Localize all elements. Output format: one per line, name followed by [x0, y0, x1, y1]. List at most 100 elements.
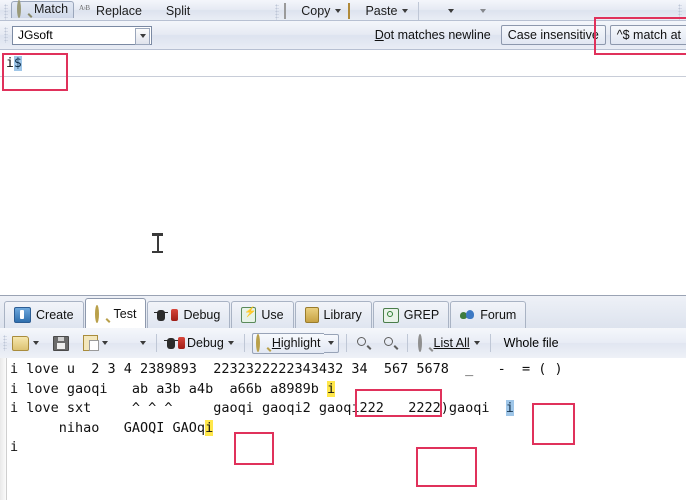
replace-button[interactable]: A›B Replace	[77, 4, 144, 18]
dot-matches-newline-label: ot matches newline	[383, 28, 491, 42]
tab-use[interactable]: Use	[231, 301, 294, 328]
toolbar-grip-2[interactable]	[275, 4, 280, 20]
magnifier-icon	[94, 304, 109, 323]
regex-text-plain: i	[6, 55, 14, 71]
regex-input-pane[interactable]: i$	[0, 50, 686, 77]
tab-library-label: Library	[323, 308, 362, 322]
tab-forum[interactable]: Forum	[450, 301, 527, 328]
match-button[interactable]: Match	[11, 0, 75, 18]
test-subject-line[interactable]: i	[10, 438, 563, 458]
regex-input[interactable]: i$	[6, 55, 22, 71]
regex-flavor-combobox[interactable]: JGsoft	[12, 25, 152, 45]
debug-button[interactable]: Debug	[164, 335, 237, 351]
bug-icon	[154, 309, 169, 321]
tab-debug-label: Debug	[183, 308, 221, 322]
save-file-button[interactable]	[50, 335, 72, 352]
match-highlight-blue: i	[505, 400, 514, 416]
tab-debug[interactable]: Debug	[147, 301, 231, 328]
chevron-down-icon[interactable]	[33, 341, 39, 345]
split-button[interactable]: Split	[147, 4, 192, 18]
test-toolbar-separator-2	[243, 334, 245, 352]
chevron-down-icon[interactable]	[473, 341, 480, 345]
test-subject-line[interactable]: i love gaoqi ab a3b a4b a66b a8989b i	[10, 380, 563, 400]
text-cursor-icon	[152, 233, 163, 253]
globe-grey-icon	[461, 4, 475, 18]
test-subject-line[interactable]	[10, 458, 563, 478]
split-icon	[149, 4, 163, 18]
regex-flavor-value: JGsoft	[18, 28, 53, 42]
regexbuddy-window: Match A›B Replace Split Copy Paste JGsof…	[0, 0, 686, 500]
tab-library[interactable]: Library	[294, 301, 372, 328]
split-button-label: Split	[165, 4, 191, 18]
case-insensitive-option[interactable]: Case insensitive	[500, 25, 606, 45]
anchors-match-at-label: ^$ match at	[616, 28, 681, 42]
tab-grep-label: GREP	[403, 308, 440, 322]
find-next-button[interactable]	[381, 336, 400, 351]
editor-gutter	[0, 358, 7, 500]
chevron-down-icon[interactable]	[227, 341, 234, 345]
test-toolbar-separator-1	[156, 334, 157, 352]
chevron-down-icon[interactable]	[448, 9, 455, 13]
extinguisher-icon	[171, 309, 179, 321]
toolbar-grip-3[interactable]	[678, 4, 682, 20]
tab-test-label: Test	[113, 306, 137, 321]
regex-text-selected: $	[13, 55, 22, 71]
test-subject-line[interactable]: nihao GAOQI GAOqi	[10, 419, 563, 439]
find-previous-button[interactable]	[354, 336, 373, 351]
anchors-match-at-option[interactable]: ^$ match at	[609, 25, 686, 45]
tab-use-label: Use	[261, 308, 284, 322]
paste-button[interactable]: Paste	[346, 3, 410, 19]
copy-button[interactable]: Copy	[282, 3, 343, 19]
chevron-down-icon	[480, 9, 487, 13]
text-run: i love u 2 3 4 2389893 2232322222343432 …	[10, 361, 563, 377]
chevron-down-icon[interactable]	[102, 341, 108, 345]
bug-icon	[164, 337, 178, 349]
zoom-prev-icon	[356, 336, 370, 350]
open-file-button[interactable]	[9, 335, 42, 352]
list-all-button[interactable]: List All	[415, 334, 483, 352]
paste-icon	[83, 335, 99, 351]
text-run: nihao GAOQI GAOq	[10, 419, 206, 436]
tab-create-label: Create	[36, 308, 74, 322]
test-subject-area[interactable]: i love u 2 3 4 2389893 2232322222343432 …	[0, 358, 686, 500]
text-run: i love gaoqi ab a3b a4b a66b a8989b	[10, 380, 327, 397]
options-grip[interactable]	[4, 27, 8, 43]
main-tabstrip: Create Test Debug Use Library GREP Forum	[0, 296, 686, 329]
regex-editor-area[interactable]	[0, 90, 686, 296]
chevron-down-icon[interactable]	[335, 9, 342, 13]
grep-icon	[382, 307, 399, 323]
test-subject-text[interactable]: i love u 2 3 4 2389893 2232322222343432 …	[10, 360, 563, 477]
regex-options-bar: JGsoft Dot matches newline Case insensit…	[0, 21, 686, 50]
dot-matches-newline-option[interactable]: Dot matches newline	[369, 26, 497, 44]
toolbar-grip[interactable]	[4, 4, 8, 20]
tab-create[interactable]: Create	[4, 301, 84, 328]
chevron-down-icon[interactable]	[140, 341, 146, 345]
library-icon	[304, 307, 319, 323]
text-run: i	[10, 439, 19, 455]
test-subject-line[interactable]: i love sxt ^ ^ ^ gaoqi gaoqi2 gaoqi222 2…	[10, 399, 563, 419]
create-icon	[14, 307, 31, 323]
browser-button-disabled	[459, 4, 488, 18]
tab-forum-label: Forum	[480, 308, 517, 322]
chevron-down-icon[interactable]	[135, 27, 150, 45]
test-toolbar-separator-3	[345, 334, 347, 352]
browser-button[interactable]	[427, 4, 456, 18]
chevron-down-icon[interactable]	[402, 9, 409, 13]
chevron-down-icon[interactable]	[323, 333, 339, 353]
highlight-button[interactable]: Highlight	[251, 332, 324, 354]
tab-grep[interactable]: GREP	[372, 301, 450, 328]
debug-button-label: Debug	[187, 336, 224, 350]
list-all-button-label: List All	[433, 336, 470, 350]
paste-text-button[interactable]	[80, 334, 111, 352]
tab-test[interactable]: Test	[84, 298, 147, 328]
highlight-split-button[interactable]: Highlight	[251, 332, 339, 354]
open-in-browser-button[interactable]	[119, 335, 149, 351]
test-subject-line[interactable]: i love u 2 3 4 2389893 2232322222343432 …	[10, 360, 563, 380]
copy-icon	[284, 3, 298, 19]
scope-label[interactable]: Whole file	[498, 336, 559, 350]
test-toolbar-grip[interactable]	[3, 335, 7, 351]
toolbar-separator	[418, 2, 420, 20]
copy-button-label: Copy	[301, 4, 331, 18]
ab-icon: A›B	[79, 4, 90, 12]
match-highlight-yellow: i	[326, 380, 336, 397]
